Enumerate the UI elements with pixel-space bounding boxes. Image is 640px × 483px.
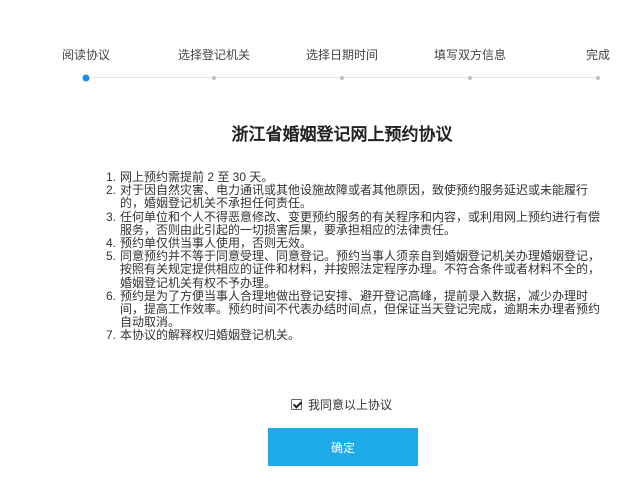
step-label: 完成 — [585, 48, 610, 62]
term-number: 7. — [105, 328, 116, 343]
step-dot — [468, 75, 472, 80]
agreement-title: 浙江省婚姻登记网上预约协议 — [231, 125, 453, 144]
term-text: 任何单位和个人不得恶意修改、变更预约服务的有关程序和内容，或利用网上预约进行有偿… — [120, 209, 601, 237]
agree-label[interactable]: 我同意以上协议 — [308, 398, 392, 412]
agreement-term: 2. 对于因自然灾害、电力通讯或其他设施故障或者其他原因，致使预约服务延迟或未能… — [103, 183, 602, 211]
step-label: 选择日期时间 — [305, 48, 378, 62]
term-number: 3. — [105, 209, 116, 224]
term-number: 6. — [105, 288, 116, 303]
term-text: 预约是为了方便当事人合理地做出登记安排、避开登记高峰，提前录入数据，减少办理时间… — [120, 288, 601, 330]
agreement-term: 3. 任何单位和个人不得恶意修改、变更预约服务的有关程序和内容，或利用网上预约进… — [103, 209, 602, 237]
step-dot — [212, 75, 216, 80]
step-select-datetime: 选择日期时间 — [302, 0, 382, 90]
step-dot — [82, 74, 90, 81]
term-text: 对于因自然灾害、电力通讯或其他设施故障或者其他原因，致使预约服务延迟或未能履行的… — [120, 183, 589, 211]
step-label: 填写双方信息 — [433, 48, 506, 62]
agree-checkbox[interactable] — [291, 398, 302, 410]
checkmark-icon — [292, 398, 302, 409]
confirm-button[interactable]: 确定 — [268, 428, 418, 466]
term-number: 5. — [105, 249, 116, 264]
term-text: 同意预约并不等于同意受理、同意登记。预约当事人须亲自到婚姻登记机关办理婚姻登记，… — [120, 249, 601, 290]
step-dot — [340, 75, 344, 80]
step-label: 阅读协议 — [61, 48, 110, 62]
step-read-agreement: 阅读协议 — [46, 0, 126, 90]
step-fill-info: 填写双方信息 — [430, 0, 510, 90]
agreement-term: 7. 本协议的解释权归婚姻登记机关。 — [103, 329, 602, 342]
agreement-term: 6. 预约是为了方便当事人合理地做出登记安排、避开登记高峰，提前录入数据，减少办… — [103, 288, 602, 330]
progress-stepper: 阅读协议 选择登记机关 选择日期时间 填写双方信息 完成 — [0, 0, 640, 90]
step-select-office: 选择登记机关 — [174, 0, 254, 90]
step-label: 选择登记机关 — [177, 48, 250, 62]
term-number: 2. — [105, 183, 116, 198]
agreement-terms-list: 1. 网上预约需提前 2 至 30 天。 2. 对于因自然灾害、电力通讯或其他设… — [103, 170, 602, 343]
agreement-term: 5. 同意预约并不等于同意受理、同意登记。预约当事人须亲自到婚姻登记机关办理婚姻… — [103, 250, 602, 290]
term-text: 本协议的解释权归婚姻登记机关。 — [120, 328, 301, 343]
step-complete: 完成 — [558, 0, 638, 90]
step-dot — [596, 75, 600, 80]
